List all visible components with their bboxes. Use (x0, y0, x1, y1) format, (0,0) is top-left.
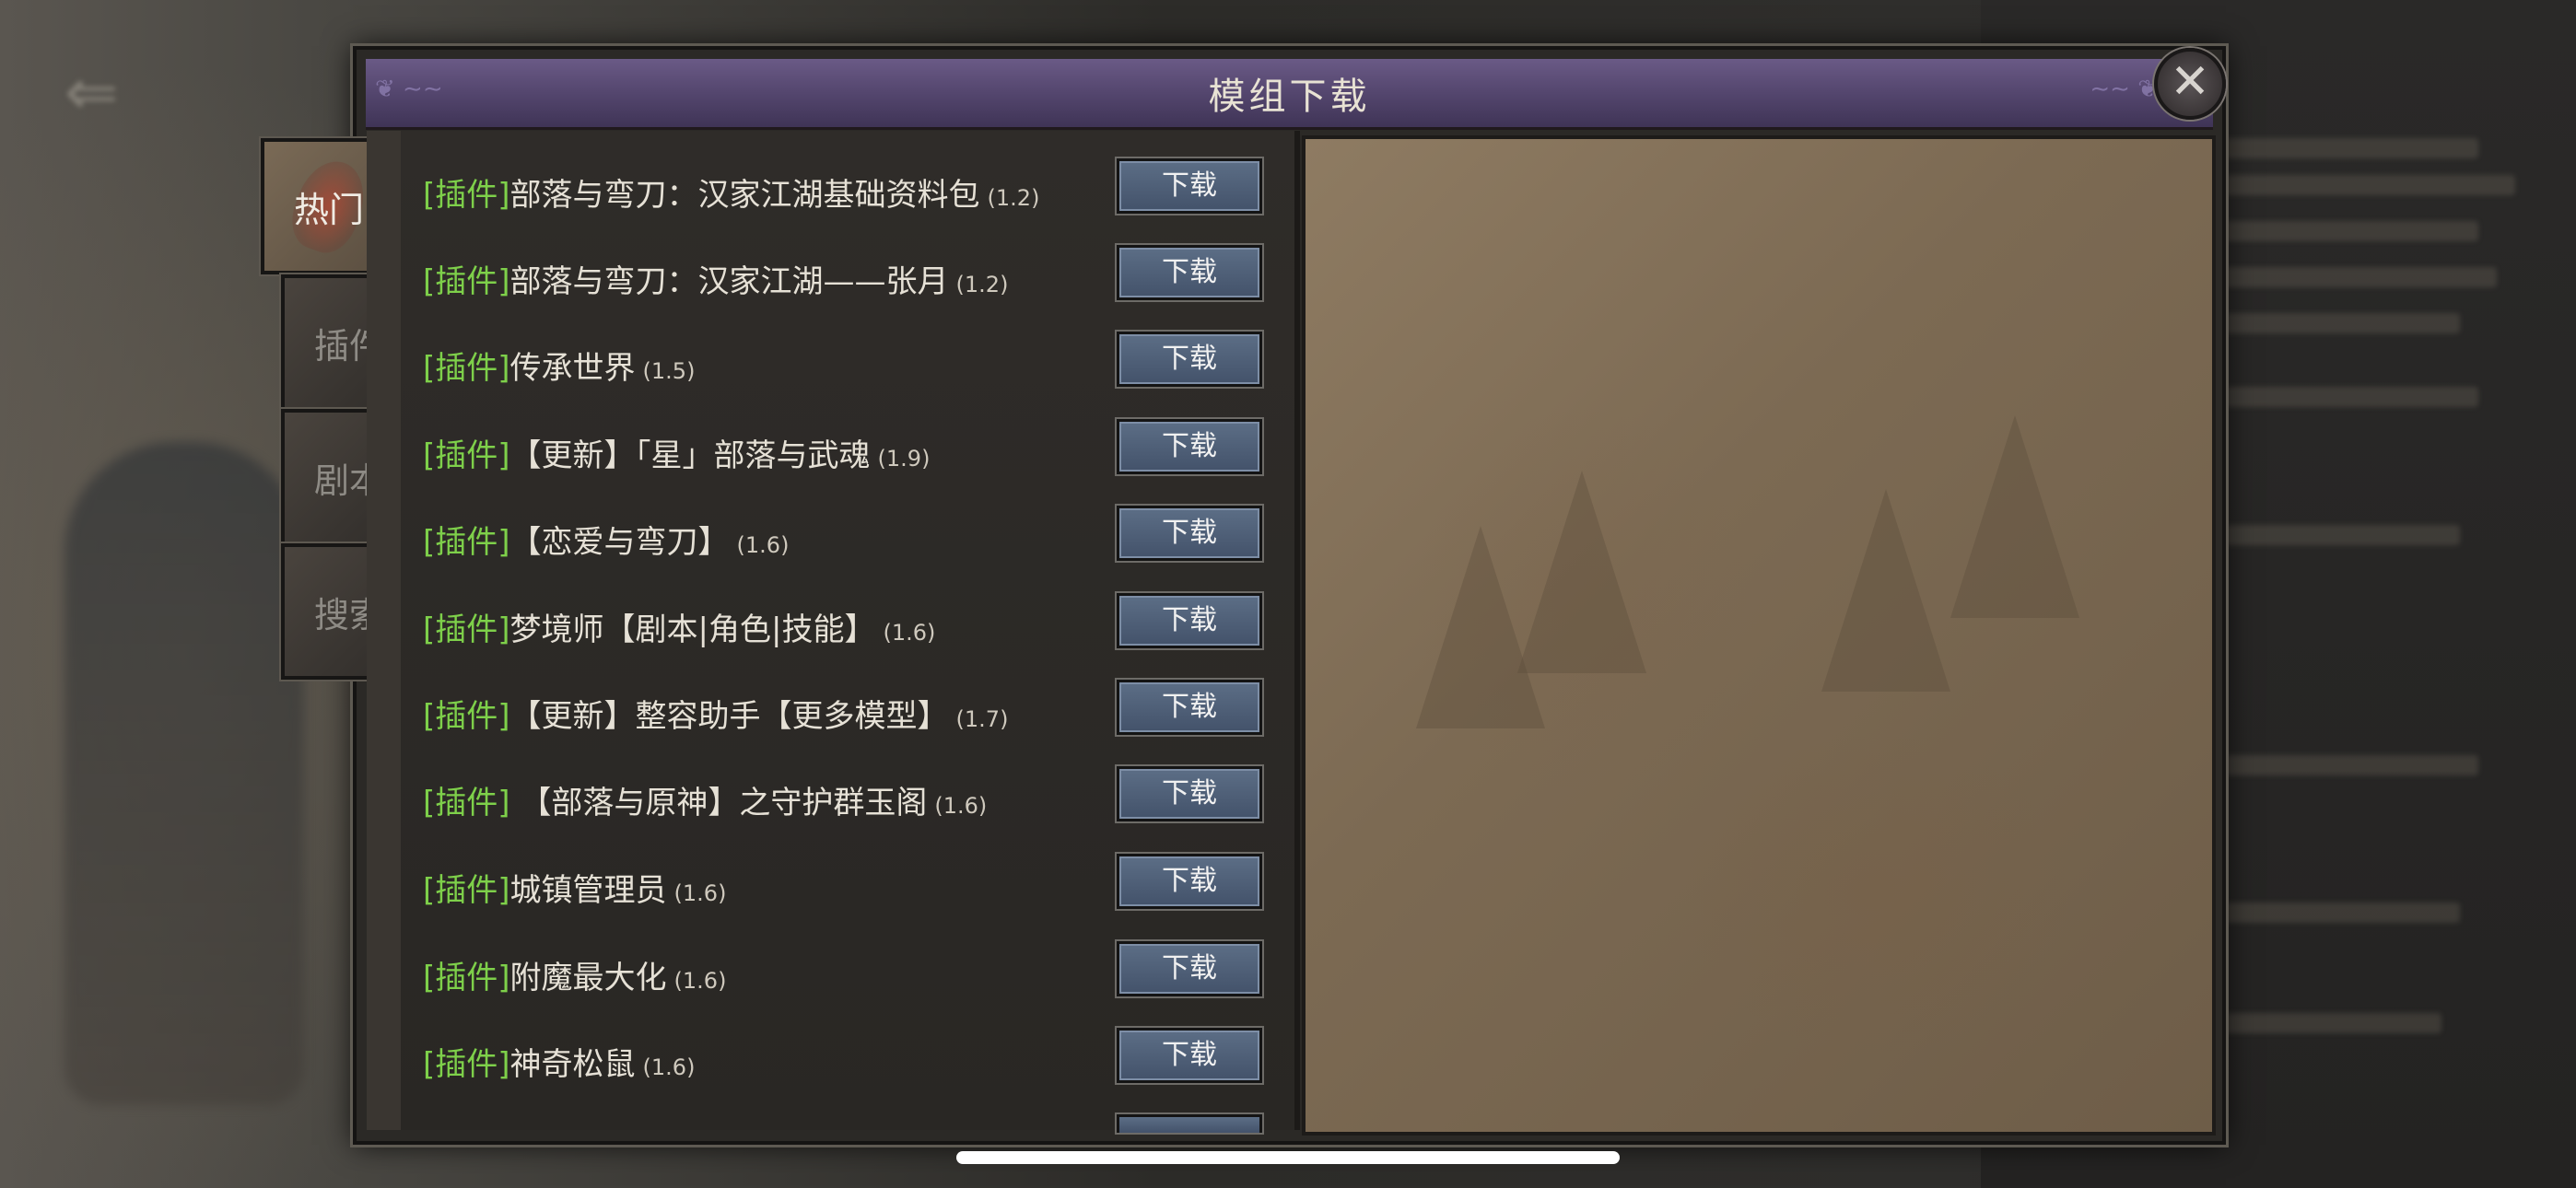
mod-name: 城镇管理员 (509, 872, 667, 909)
mod-preview-panel (1302, 135, 2216, 1136)
mod-title: [插件]【更新】「星」部落与武魂 (1.9) (423, 430, 930, 475)
mod-tag: [插件] (423, 872, 510, 909)
mod-title: [插件]梦境师【剧本|角色|技能】 (1.6) (423, 604, 935, 649)
mod-title: [插件]传承世界 (1.5) (423, 343, 695, 388)
mod-name: 梦境师【剧本|角色|技能】 (509, 611, 876, 648)
mod-title: [插件] 【部落与原神】之守护群玉阁 (1.6) (423, 777, 987, 822)
mod-version: (1.6) (673, 968, 727, 994)
mod-title: [插件]神奇松鼠 (1.6) (423, 1039, 695, 1084)
mod-title: [插件]【更新】整容助手【更多模型】 (1.7) (423, 691, 1008, 736)
mod-version: (1.2) (955, 272, 1009, 297)
mod-name: 部落与弯刀：汉家江湖基础资料包 (509, 177, 980, 214)
mod-title: [插件]【恋爱与弯刀】 (1.6) (423, 517, 789, 562)
download-button[interactable]: 下载 (1117, 941, 1262, 996)
mod-name: 【更新】整容助手【更多模型】 (509, 698, 949, 735)
title-ornament-right: ∼∼ ❦ (2090, 76, 2158, 103)
mod-tag: [插件] (423, 698, 510, 735)
mod-name: 【部落与原神】之守护群玉阁 (509, 785, 928, 821)
mod-name: 【更新】「星」部落与武魂 (509, 437, 871, 474)
mod-tag: [插件] (423, 524, 510, 561)
download-button[interactable]: 下载 (1117, 158, 1262, 214)
mod-name: 部落与弯刀：汉家江湖——张月 (509, 263, 949, 300)
download-button[interactable]: 下载 (1117, 766, 1262, 821)
mod-version: (1.6) (883, 620, 936, 646)
download-button[interactable]: 下载 (1117, 680, 1262, 735)
title-ornament-left: ❦ ∼∼ (375, 76, 443, 103)
download-button[interactable]: 下载 (1117, 506, 1262, 561)
mod-tag: [插件] (423, 437, 510, 474)
download-button[interactable]: 下载 (1117, 854, 1262, 909)
mod-tag: [插件] (423, 177, 510, 214)
list-left-border (367, 131, 404, 1130)
mod-version: (1.6) (673, 880, 727, 906)
dialog-titlebar: ❦ ∼∼ 模组下载 ∼∼ ❦ (366, 59, 2213, 130)
mod-title: [插件]部落与弯刀：汉家江湖——张月 (1.2) (423, 256, 1008, 301)
preview-artwork-shape (1950, 415, 2079, 618)
mod-version: (1.2) (987, 185, 1040, 211)
background-character (64, 442, 304, 1105)
mod-name: 传承世界 (509, 350, 636, 387)
mod-tag: [插件] (423, 350, 510, 387)
mod-tag: [插件] (423, 785, 510, 821)
mod-name: 神奇松鼠 (509, 1046, 636, 1083)
close-icon[interactable]: ✕ (2154, 48, 2226, 120)
mod-version: (1.6) (934, 793, 988, 819)
download-button[interactable]: 下载 (1117, 593, 1262, 648)
mod-version: (1.7) (955, 706, 1009, 732)
download-button[interactable]: 下载 (1117, 1028, 1262, 1083)
mod-version: (1.9) (877, 446, 931, 472)
dialog-title: 模组下载 (1208, 76, 1371, 118)
back-arrow-icon: ⇐ (64, 54, 119, 130)
mod-version: (1.6) (642, 1054, 696, 1080)
download-button[interactable]: 下载 (1117, 332, 1262, 387)
home-indicator[interactable] (956, 1151, 1620, 1164)
mod-version: (1.6) (736, 532, 790, 558)
mod-tag: [插件] (423, 611, 510, 648)
mod-title: [插件]城镇管理员 (1.6) (423, 865, 726, 910)
mod-tag: [插件] (423, 263, 510, 300)
mod-name: 【恋爱与弯刀】 (509, 524, 730, 561)
tab-label: 热门 (293, 189, 364, 230)
mod-title: [插件]部落与弯刀：汉家江湖基础资料包 (1.2) (423, 169, 1039, 215)
mod-title: [插件]附魔最大化 (1.6) (423, 952, 726, 997)
download-button[interactable]: 下载 (1117, 419, 1262, 474)
mod-tag: [插件] (423, 960, 510, 996)
mod-version: (1.5) (642, 358, 696, 384)
download-button-partial[interactable] (1117, 1114, 1262, 1133)
mod-name: 附魔最大化 (509, 960, 667, 996)
mod-tag: [插件] (423, 1046, 510, 1083)
preview-artwork-shape (1517, 471, 1646, 673)
download-button[interactable]: 下载 (1117, 245, 1262, 300)
blurred-text-line (2202, 138, 2478, 158)
preview-artwork-shape (1821, 489, 1950, 692)
